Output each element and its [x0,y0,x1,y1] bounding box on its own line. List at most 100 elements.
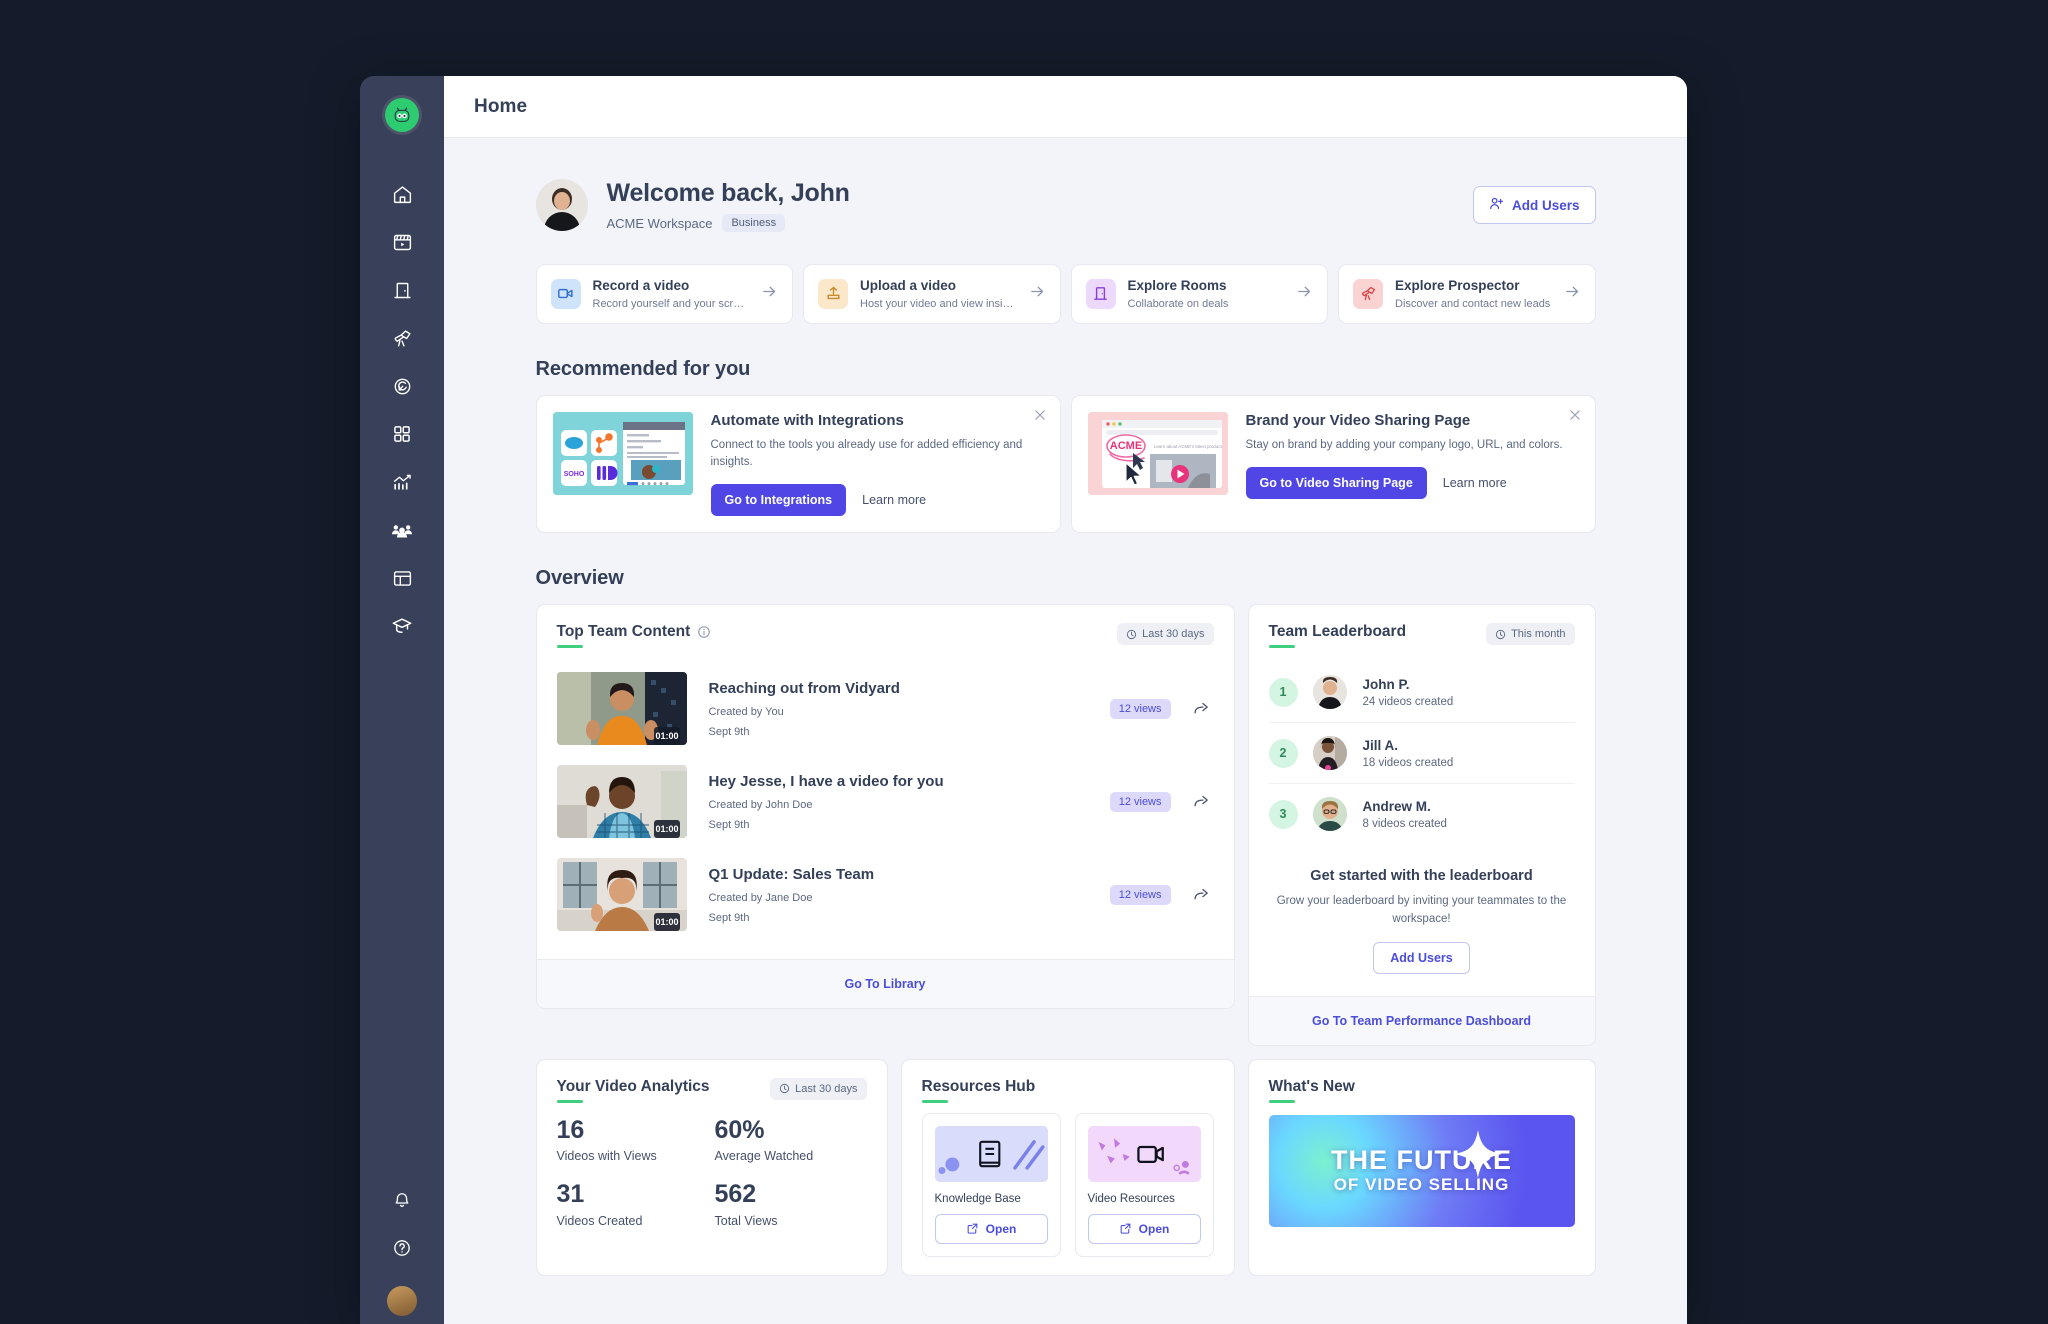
recommendation-title: Brand your Video Sharing Page [1245,411,1471,429]
video-thumbnail[interactable]: 01:00 [556,672,687,746]
whats-new-banner[interactable]: THE FUTURE OF VIDEO SELLING [1268,1114,1575,1227]
stat-label: Videos Created [556,1213,643,1228]
sidebar-bottom [376,1176,428,1324]
grid-apps-icon [392,424,412,444]
sidebar-item-analytics[interactable] [376,458,428,506]
recommendation-title: Automate with Integrations [710,411,904,429]
external-link-icon [1119,1222,1132,1235]
resource-card-video-resources[interactable]: Video Resources Open [1074,1112,1214,1257]
list-item[interactable]: 2 Jill A. 18 videos created [1268,723,1575,785]
overview-heading: Overview [535,567,624,590]
external-link-icon [966,1222,979,1235]
sidebar-item-notifications[interactable] [376,1176,428,1224]
table-row[interactable]: 01:00 Hey Jesse, I have a video for you … [556,755,1214,848]
go-to-library-link[interactable]: Go To Library [844,977,925,991]
add-users-button[interactable]: Add Users [1472,186,1596,224]
quick-action-upload[interactable]: Upload a video Host your video and view … [803,264,1061,324]
date-range-chip[interactable]: Last 30 days [1117,623,1214,646]
member-name: Jill A. [1362,737,1399,753]
close-icon[interactable] [1568,408,1582,422]
branded-share-page-thumbnail: ACME Learn about ACME's latest product [1087,411,1228,495]
quick-action-prospector[interactable]: Explore Prospector Discover and contact … [1338,264,1596,324]
team-leaderboard-panel: Team Leaderboard This month 1 John P. 24… [1247,604,1596,1046]
knowledge-base-art [934,1125,1048,1182]
list-item[interactable]: 3 Andrew M. 8 videos created [1268,784,1575,844]
info-icon[interactable] [697,625,711,639]
add-users-label: Add Users [1511,197,1580,213]
quick-action-title: Explore Rooms [1127,278,1227,293]
member-detail: 8 videos created [1362,817,1447,830]
add-users-button[interactable]: Add Users [1373,941,1470,974]
learn-more-link[interactable]: Learn more [862,493,926,507]
quick-action-title: Explore Prospector [1395,278,1520,293]
arrow-right-icon [761,283,778,305]
video-title: Reaching out from Vidyard [708,679,900,697]
quick-actions-row: Record a video Record yourself and your … [535,264,1596,324]
open-label: Open [1138,1221,1170,1236]
quick-action-subtitle: Collaborate on deals [1127,297,1229,310]
telescope-icon [392,328,413,349]
sidebar-item-account[interactable] [387,1286,417,1316]
quick-action-record[interactable]: Record a video Record yourself and your … [535,264,793,324]
video-creator: Created by You [708,705,784,718]
resources-hub-panel: Resources Hub Knowledge Base Open Video … [900,1058,1235,1276]
learn-more-link[interactable]: Learn more [1443,476,1507,490]
main-area: Home Welcome back, John ACME Workspace B… [444,76,1687,1324]
sidebar-item-library[interactable] [376,218,428,266]
welcome-greeting: Welcome back, John [606,179,850,207]
bell-icon [392,1190,412,1210]
avatar [1312,675,1347,710]
clock-icon [779,1083,790,1094]
cta-title: Get started with the leaderboard [1310,868,1533,885]
clock-icon [1126,629,1137,640]
resource-card-knowledge-base[interactable]: Knowledge Base Open [921,1112,1061,1257]
video-date: Sept 9th [708,725,750,738]
video-analytics-panel: Your Video Analytics Last 30 days 16 Vid… [535,1058,888,1276]
video-thumbnail[interactable]: 01:00 [556,858,687,932]
recommended-heading: Recommended for you [535,357,751,380]
share-icon[interactable] [1193,793,1210,810]
date-range-chip[interactable]: This month [1486,623,1575,646]
stat-videos-with-views: 16 Videos with Views [557,1116,709,1163]
sidebar-item-learning[interactable] [376,602,428,650]
video-thumbnail[interactable]: 01:00 [556,765,687,839]
quick-action-rooms[interactable]: Explore Rooms Collaborate on deals [1070,264,1328,324]
vidyard-robot-logo[interactable] [385,98,419,132]
svg-text:01:00: 01:00 [655,824,678,834]
table-row[interactable]: 01:00 Q1 Update: Sales Team Created by J… [556,848,1214,941]
workspace-name: ACME Workspace [606,215,713,231]
panel-title: Top Team Content [556,623,690,649]
layout-panel-icon [392,568,413,589]
list-item[interactable]: 1 John P. 24 videos created [1268,662,1575,724]
date-range-chip[interactable]: Last 30 days [770,1077,867,1100]
arrow-right-icon [1029,283,1046,305]
share-icon[interactable] [1193,700,1210,717]
sparkle-icon [1452,1128,1504,1187]
sidebar-item-home[interactable] [376,170,428,218]
stat-value: 60% [714,1115,765,1144]
sidebar-item-help[interactable] [376,1224,428,1272]
home-icon [392,184,413,205]
stat-label: Total Views [714,1213,778,1228]
member-detail: 18 videos created [1362,756,1454,769]
sidebar-item-templates[interactable] [376,554,428,602]
rank-badge: 1 [1268,677,1298,707]
go-to-team-performance-dashboard-link[interactable]: Go To Team Performance Dashboard [1312,1014,1531,1028]
sidebar-item-team[interactable] [376,506,428,554]
go-to-integrations-button[interactable]: Go to Integrations [710,484,847,517]
table-row[interactable]: 01:00 Reaching out from Vidyard Created … [556,662,1214,755]
video-creator: Created by John Doe [708,798,813,811]
cta-text: Grow your leaderboard by inviting your t… [1276,895,1567,925]
recommendation-description: Connect to the tools you already use for… [710,438,1023,469]
recommended-row: SOHO Automate with Integrations Connect … [535,394,1596,534]
views-badge: 12 views [1109,791,1171,812]
share-icon[interactable] [1193,886,1210,903]
open-knowledge-base-button[interactable]: Open [934,1213,1048,1244]
go-to-video-sharing-page-button[interactable]: Go to Video Sharing Page [1245,467,1427,500]
sidebar-item-ai-assistant[interactable] [376,362,428,410]
sidebar-item-prospector[interactable] [376,314,428,362]
close-icon[interactable] [1033,408,1047,422]
open-video-resources-button[interactable]: Open [1087,1213,1201,1244]
sidebar-item-rooms[interactable] [376,266,428,314]
sidebar-item-apps[interactable] [376,410,428,458]
